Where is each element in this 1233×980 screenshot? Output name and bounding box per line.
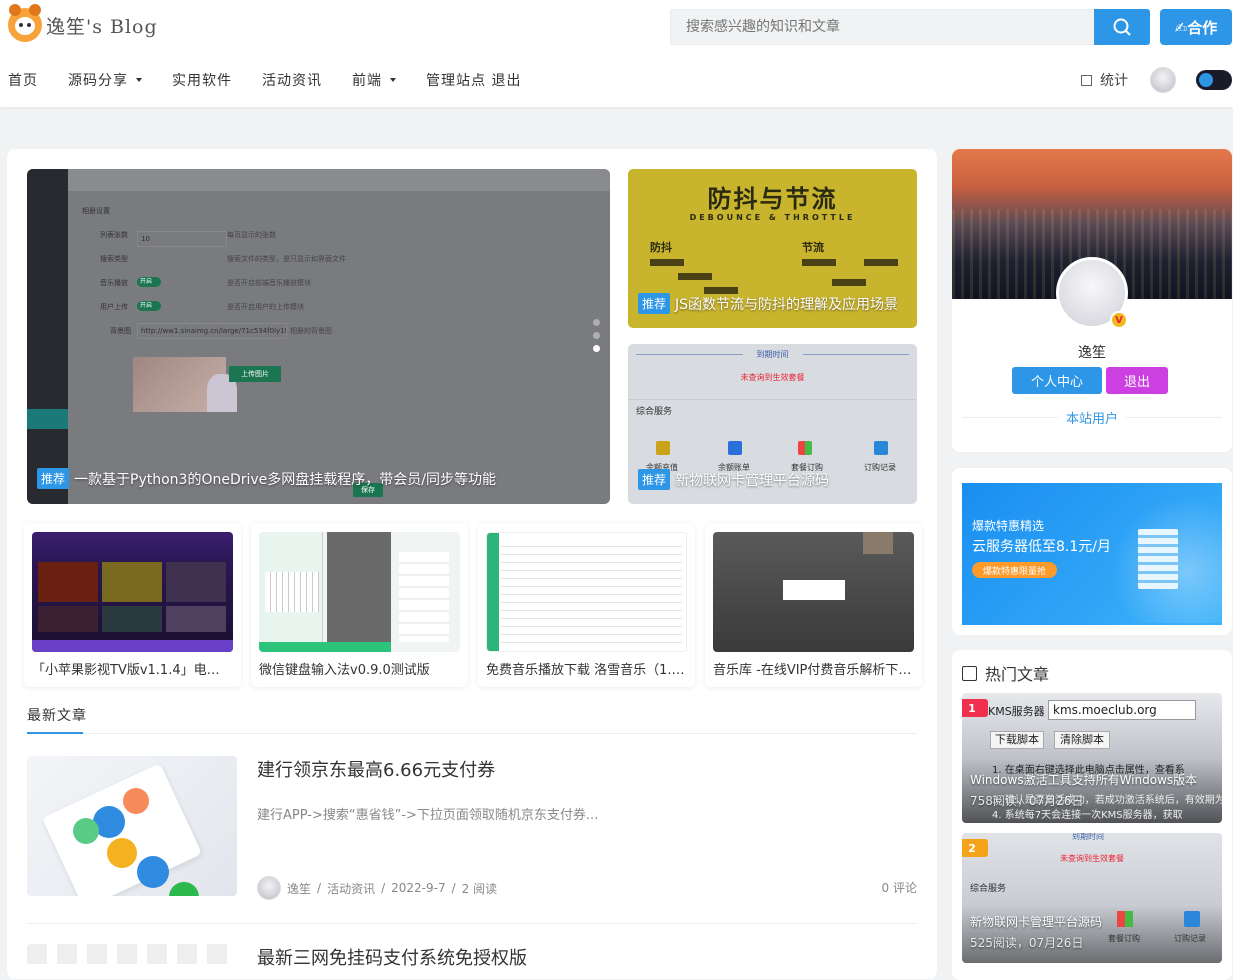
nav-software[interactable]: 实用软件 bbox=[172, 70, 232, 90]
cooperate-button[interactable]: ✍合作 bbox=[1160, 9, 1232, 45]
site-name: 逸笙's Blog bbox=[46, 15, 158, 38]
nav-admin-logout[interactable]: 管理站点 退出 bbox=[426, 70, 521, 90]
article-reads: 2 阅读 bbox=[461, 881, 498, 896]
slide-upload-button: 上传图片 bbox=[229, 366, 281, 382]
user-center-button[interactable]: 个人中心 bbox=[1012, 367, 1102, 394]
recommend-badge: 推荐 bbox=[37, 468, 70, 489]
stats-link[interactable]: 统计 bbox=[1081, 70, 1128, 90]
main-content: 相册设置 列表张数 搜索类型 音乐播放 用户上传 背景图 10 每页显示的张数 … bbox=[7, 149, 937, 979]
hot-item-meta: 525阅读，07月26日 bbox=[970, 936, 1084, 950]
ad-button[interactable]: 爆款特惠限量抢 bbox=[972, 562, 1057, 578]
main-nav: 首页 源码分享 实用软件 活动资讯 前端 管理站点 退出 bbox=[8, 70, 551, 90]
user-avatar[interactable] bbox=[1150, 67, 1176, 93]
package-icon bbox=[798, 441, 812, 455]
rank-badge: 1 bbox=[962, 699, 988, 717]
panda-logo-icon bbox=[8, 4, 42, 42]
hot-item-meta: 758阅读，07月26日 bbox=[970, 794, 1084, 808]
author-name[interactable]: 逸笙 bbox=[287, 880, 311, 897]
chart-icon bbox=[962, 665, 977, 681]
article-title[interactable]: 建行领京东最高6.66元支付券 bbox=[257, 756, 495, 782]
bill-icon bbox=[728, 441, 742, 455]
logout-button[interactable]: 退出 bbox=[1106, 367, 1168, 394]
thumb-card[interactable]: 「小苹果影视TV版v1.1.4」电视盒子... bbox=[24, 523, 241, 687]
article-date: 2022-9-7 bbox=[391, 881, 446, 895]
rank-badge: 2 bbox=[962, 839, 988, 857]
site-logo[interactable]: 逸笙's Blog bbox=[8, 4, 158, 42]
article-title[interactable]: 最新三网免挂码支付系统免授权版 bbox=[257, 944, 527, 970]
slider-dots bbox=[593, 319, 600, 352]
profile-card: V 逸笙 个人中心 退出 本站用户 bbox=[952, 149, 1232, 452]
article-meta: 逸笙 / 活动资讯 / 2022-9-7 / 2 阅读 bbox=[257, 876, 497, 900]
hot-articles-heading: 热门文章 bbox=[962, 661, 1049, 685]
card-caption[interactable]: 推荐 新物联网卡管理平台源码 bbox=[638, 469, 829, 490]
nav-right: 统计 bbox=[1081, 65, 1233, 95]
thumb-card[interactable]: 音乐库 -在线VIP付费音乐解析下载... bbox=[705, 523, 922, 687]
chart-icon bbox=[1081, 74, 1092, 86]
thumb-card[interactable]: 微信键盘输入法v0.9.0测试版 bbox=[251, 523, 468, 687]
verified-badge-icon: V bbox=[1110, 311, 1128, 329]
slider-dot[interactable] bbox=[593, 319, 600, 326]
header: 逸笙's Blog ✍合作 首页 源码分享 实用软件 活动资讯 前端 管理站点 … bbox=[0, 0, 1233, 107]
user-role: 本站用户 bbox=[952, 408, 1232, 427]
dark-mode-toggle[interactable] bbox=[1196, 70, 1232, 90]
hot-articles: 热门文章 KMS服务器 kms.moeclub.org 下载脚本 清除脚本 1.… bbox=[952, 650, 1232, 980]
hot-item-title: 新物联网卡管理平台源码 bbox=[970, 915, 1103, 929]
profile-name: 逸笙 bbox=[1078, 345, 1106, 361]
card-caption[interactable]: 推荐 JS函数节流与防抖的理解及应用场景 bbox=[638, 293, 898, 314]
slider-dot-active[interactable] bbox=[593, 345, 600, 352]
hot-item[interactable]: 到期时间 未查询到生效套餐 综合服务 套餐订购 订购记录 2 新物联网卡管理平台… bbox=[962, 833, 1222, 963]
search-input[interactable] bbox=[671, 10, 1094, 44]
hot-item[interactable]: KMS服务器 kms.moeclub.org 下载脚本 清除脚本 1. 在桌面右… bbox=[962, 693, 1222, 823]
article-thumbnail[interactable] bbox=[27, 944, 237, 974]
featured-card-iot[interactable]: 到期时间 未查询到生效套餐 综合服务 余额充值 余额账单 套餐订购 订购记录 推… bbox=[628, 344, 917, 504]
latest-articles-heading: 最新文章 bbox=[27, 708, 87, 724]
search-box[interactable] bbox=[670, 9, 1095, 45]
ad-card: 爆款特惠精选 云服务器低至8.1元/月 爆款特惠限量抢 bbox=[952, 468, 1232, 635]
article-thumbnail[interactable] bbox=[27, 756, 237, 896]
featured-card-debounce[interactable]: 防抖与节流 DEBOUNCE & THROTTLE 防抖 节流 推荐 JS函数节… bbox=[628, 169, 917, 328]
hot-item-title: Windows激活工具支持所有Windows版本 bbox=[970, 773, 1198, 787]
slide-caption[interactable]: 推荐 一款基于Python3的OneDrive多网盘挂载程序，带会员/同步等功能 bbox=[37, 468, 496, 489]
featured-slider[interactable]: 相册设置 列表张数 搜索类型 音乐播放 用户上传 背景图 10 每页显示的张数 … bbox=[27, 169, 610, 504]
article-comments[interactable]: 0 评论 bbox=[882, 879, 917, 896]
cloud-server-ad[interactable]: 爆款特惠精选 云服务器低至8.1元/月 爆款特惠限量抢 bbox=[962, 483, 1222, 625]
search-icon bbox=[1113, 18, 1131, 36]
chevron-down-icon bbox=[136, 78, 142, 82]
nav-source-share[interactable]: 源码分享 bbox=[68, 70, 142, 90]
nav-frontend[interactable]: 前端 bbox=[352, 70, 396, 90]
thumbnail-row: 「小苹果影视TV版v1.1.4」电视盒子... 微信键盘输入法v0.9.0测试版… bbox=[24, 523, 922, 687]
order-record-icon bbox=[874, 441, 888, 455]
author-avatar[interactable] bbox=[257, 876, 281, 900]
article-category[interactable]: 活动资讯 bbox=[327, 880, 375, 897]
recharge-icon bbox=[656, 441, 670, 455]
article-excerpt: 建行APP->搜索“惠省钱”->下拉页面领取随机京东支付券... bbox=[257, 808, 599, 823]
search-button[interactable] bbox=[1094, 9, 1150, 45]
slider-dot[interactable] bbox=[593, 332, 600, 339]
thumb-card[interactable]: 免费音乐播放下载 洛雪音乐（1.1... bbox=[478, 523, 695, 687]
nav-events[interactable]: 活动资讯 bbox=[262, 70, 322, 90]
chevron-down-icon bbox=[390, 78, 396, 82]
nav-home[interactable]: 首页 bbox=[8, 70, 38, 90]
